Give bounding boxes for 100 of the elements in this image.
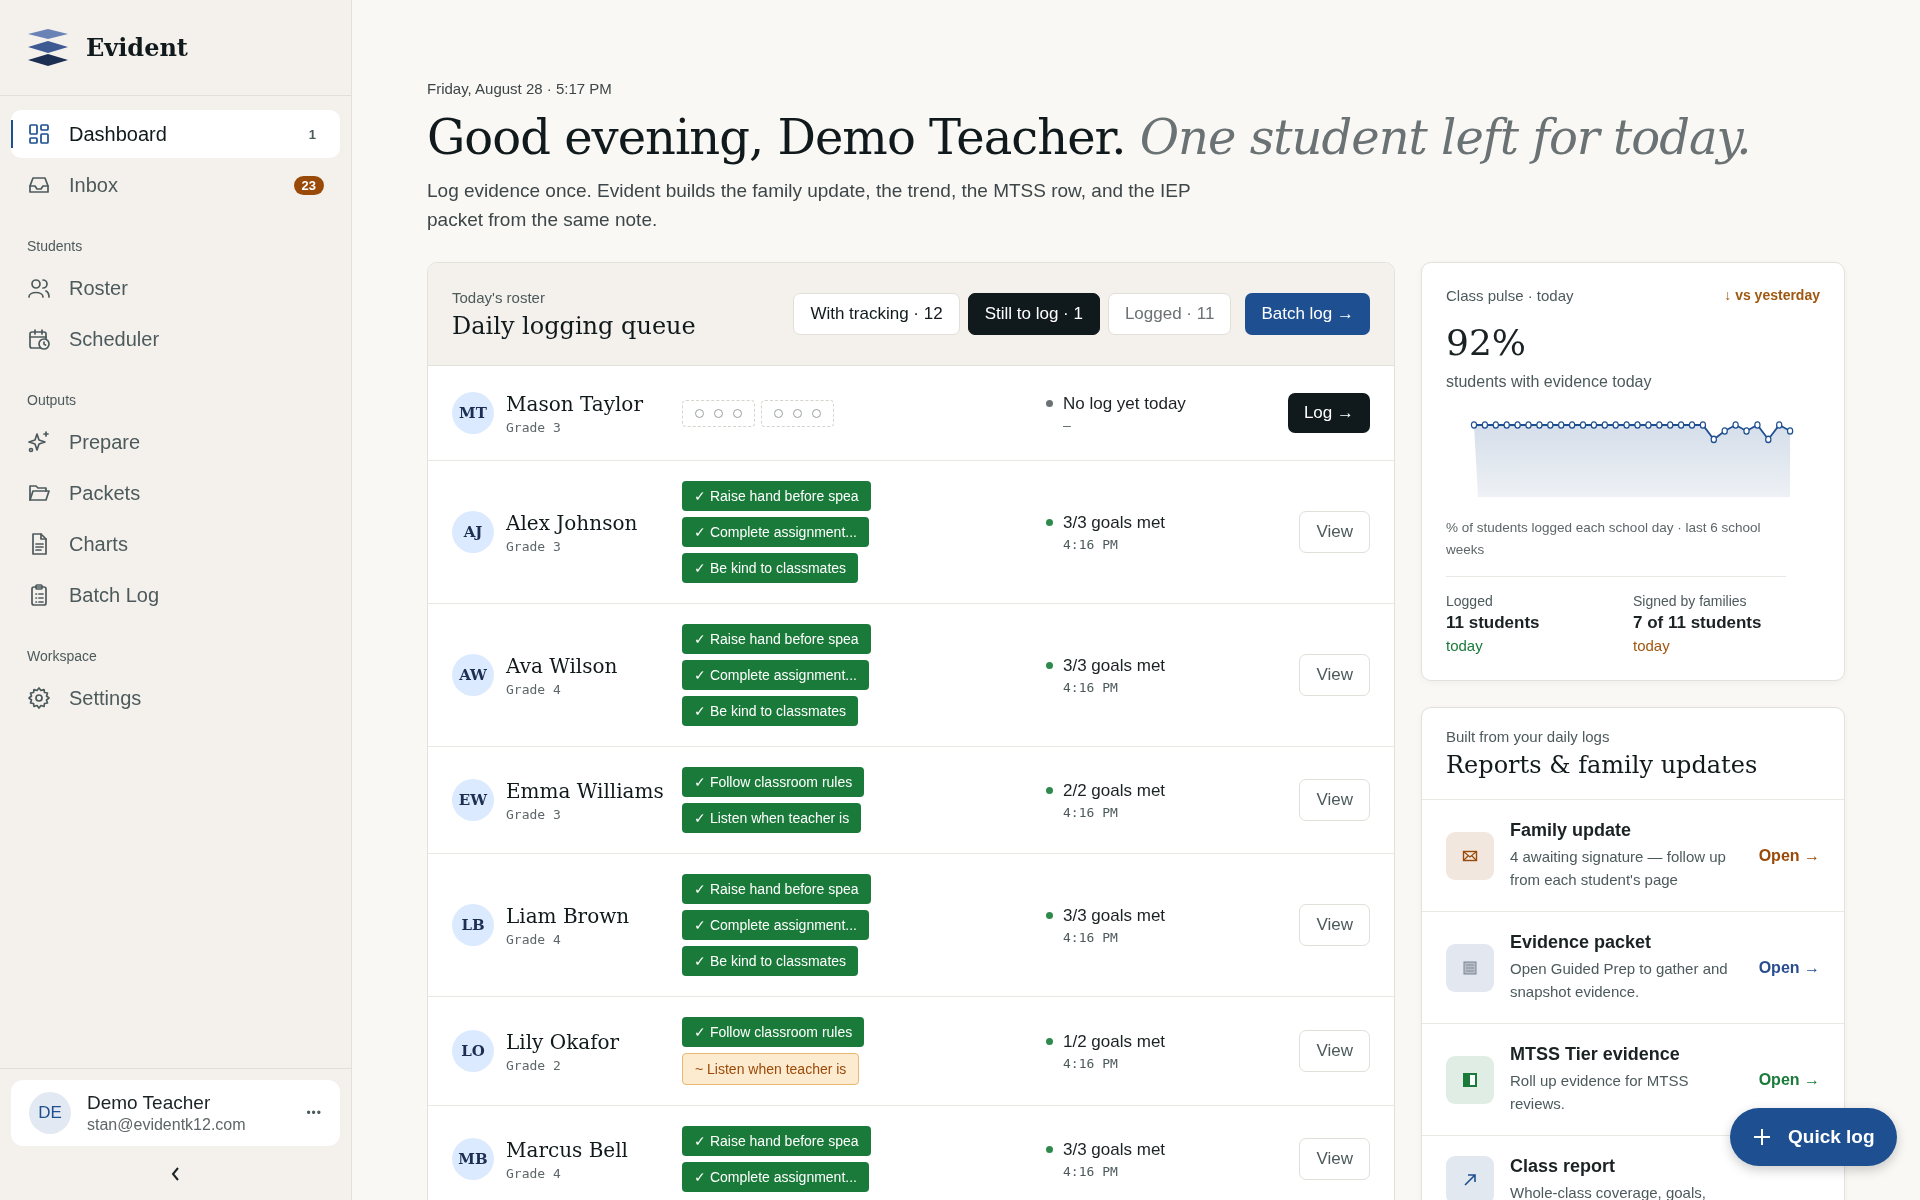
section-label: Students	[26, 237, 84, 256]
user-card[interactable]: DE Demo Teacher stan@evidentk12.com •••	[11, 1080, 340, 1146]
view-button[interactable]: View	[1299, 779, 1370, 821]
nav-item[interactable]: Inbox 23	[11, 161, 340, 209]
card-eyebrow: Today's roster	[452, 288, 546, 306]
count-badge: 23	[293, 175, 324, 195]
student-avatar: LO	[452, 1030, 494, 1072]
batch-log-button[interactable]: Batch log →	[1245, 293, 1370, 335]
section-label: Outputs	[26, 391, 78, 410]
filter-chip[interactable]: With tracking · 12	[793, 293, 960, 335]
chart-caption: % of students logged each school day · last 6 school weeks	[1446, 517, 1786, 578]
data-point	[1470, 421, 1478, 429]
nav-item[interactable]: Prepare	[11, 418, 340, 466]
half-square-icon	[1446, 1055, 1494, 1104]
nav-item[interactable]: Packets	[11, 469, 340, 517]
view-button[interactable]: View	[1299, 904, 1370, 946]
open-link[interactable]: Open →	[1758, 846, 1820, 865]
status-text: 3/3 goals met	[1063, 655, 1166, 676]
log-time: 4:16 PM	[1062, 1055, 1119, 1071]
quick-log-button[interactable]: Quick log	[1730, 1108, 1897, 1166]
more-menu[interactable]: •••	[306, 1106, 322, 1120]
card-eyebrow: Built from your daily logs	[1446, 728, 1611, 746]
student-avatar: EW	[452, 779, 494, 821]
data-point	[1612, 421, 1619, 429]
view-button[interactable]: View	[1299, 511, 1370, 553]
log-time: 4:16 PM	[1062, 804, 1119, 820]
goal-tag: ✓ Follow classroom rules	[682, 1017, 865, 1047]
view-button[interactable]: View	[1299, 1138, 1370, 1180]
grade-label: Grade 3	[506, 538, 562, 554]
pulse-caption: students with evidence today	[1446, 373, 1653, 391]
data-point	[1645, 421, 1652, 429]
status-text: 2/2 goals met	[1063, 780, 1166, 801]
nav-item[interactable]: Scheduler	[11, 315, 340, 363]
goal-tag: ✓ Follow classroom rules	[682, 767, 865, 797]
grade-label: Grade 4	[506, 931, 562, 947]
grade-label: Grade 3	[506, 806, 562, 822]
date-time: Friday, August 28 · 5:17 PM	[427, 80, 613, 97]
greeting-subtitle: One student left for today.	[1139, 109, 1751, 165]
goal-tag: ✓ Be kind to classmates	[682, 553, 859, 583]
nav-item[interactable]: Charts	[11, 520, 340, 568]
data-point	[1743, 427, 1750, 435]
data-point	[1710, 435, 1718, 444]
card-title: Daily logging queue	[452, 311, 696, 340]
count-label: 1	[307, 125, 317, 144]
data-point	[1732, 421, 1739, 429]
report-title: Evidence packet	[1510, 932, 1652, 954]
student-name: Mason Taylor	[506, 391, 644, 416]
report-title: MTSS Tier evidence	[1510, 1044, 1680, 1066]
data-point	[1754, 421, 1761, 429]
student-name: Alex Johnson	[506, 510, 639, 535]
status-text: 1/2 goals met	[1063, 1031, 1166, 1052]
report-description: Roll up evidence for MTSS reviews.	[1510, 1071, 1690, 1114]
filter-chip[interactable]: Logged · 11	[1107, 293, 1232, 335]
stat-label: Logged	[1446, 593, 1494, 610]
log-time: 4:16 PM	[1062, 1163, 1119, 1179]
report-title: Class report	[1510, 1156, 1616, 1178]
student-name: Emma Williams	[506, 778, 665, 803]
data-point	[1525, 421, 1532, 429]
nav-item[interactable]: Batch Log	[11, 571, 340, 619]
student-avatar: AJ	[452, 511, 494, 553]
goal-tag: ✓ Raise hand before spea	[682, 481, 871, 511]
data-point	[1492, 421, 1500, 429]
grade-label: Grade 4	[506, 681, 562, 697]
chevron-left-icon[interactable]	[169, 1166, 182, 1182]
view-button[interactable]: View	[1299, 654, 1370, 696]
stat-value: 7 of 11 students	[1633, 613, 1763, 634]
plus-icon	[1752, 1127, 1772, 1147]
open-link[interactable]: Open →	[1758, 1070, 1820, 1089]
log-button[interactable]: Log →	[1287, 393, 1370, 433]
calendar-icon	[27, 327, 51, 351]
nav-item[interactable]: Dashboard 1	[11, 110, 340, 158]
log-time: 4:16 PM	[1062, 929, 1119, 945]
pulse-value: 92%	[1446, 322, 1527, 363]
data-point	[1557, 421, 1565, 429]
data-point	[1786, 427, 1794, 435]
student-name: Marcus Bell	[506, 1137, 629, 1162]
log-time: 4:16 PM	[1062, 536, 1119, 552]
goal-tag: ~ Listen when teacher is	[682, 1053, 860, 1085]
goal-tag: ✓ Complete assignment...	[682, 1162, 869, 1192]
grade-label: Grade 2	[506, 1057, 562, 1073]
data-point	[1765, 435, 1772, 444]
nav-item[interactable]: Settings	[11, 674, 340, 722]
nav-item[interactable]: Roster	[11, 264, 340, 312]
dashboard-icon	[27, 122, 51, 146]
data-point	[1503, 421, 1510, 429]
data-point	[1666, 421, 1674, 429]
status-text: No log yet today	[1063, 393, 1186, 414]
status-text: 3/3 goals met	[1063, 1139, 1166, 1160]
users-icon	[27, 276, 51, 300]
view-button[interactable]: View	[1299, 1030, 1370, 1072]
open-link[interactable]: Open →	[1758, 958, 1820, 977]
status-text: 3/3 goals met	[1063, 905, 1166, 926]
goal-tag: ✓ Complete assignment...	[682, 517, 869, 547]
card-title: Reports & family updates	[1446, 751, 1759, 780]
report-description: 4 awaiting signature — follow up from each student's page	[1510, 847, 1727, 890]
filter-chip[interactable]: Still to log · 1	[967, 293, 1100, 335]
grade-label: Grade 4	[506, 1165, 562, 1181]
stat-label: Signed by families	[1633, 593, 1748, 610]
data-point	[1536, 421, 1543, 429]
trend-indicator: ↓ vs yesterday	[1724, 287, 1820, 304]
